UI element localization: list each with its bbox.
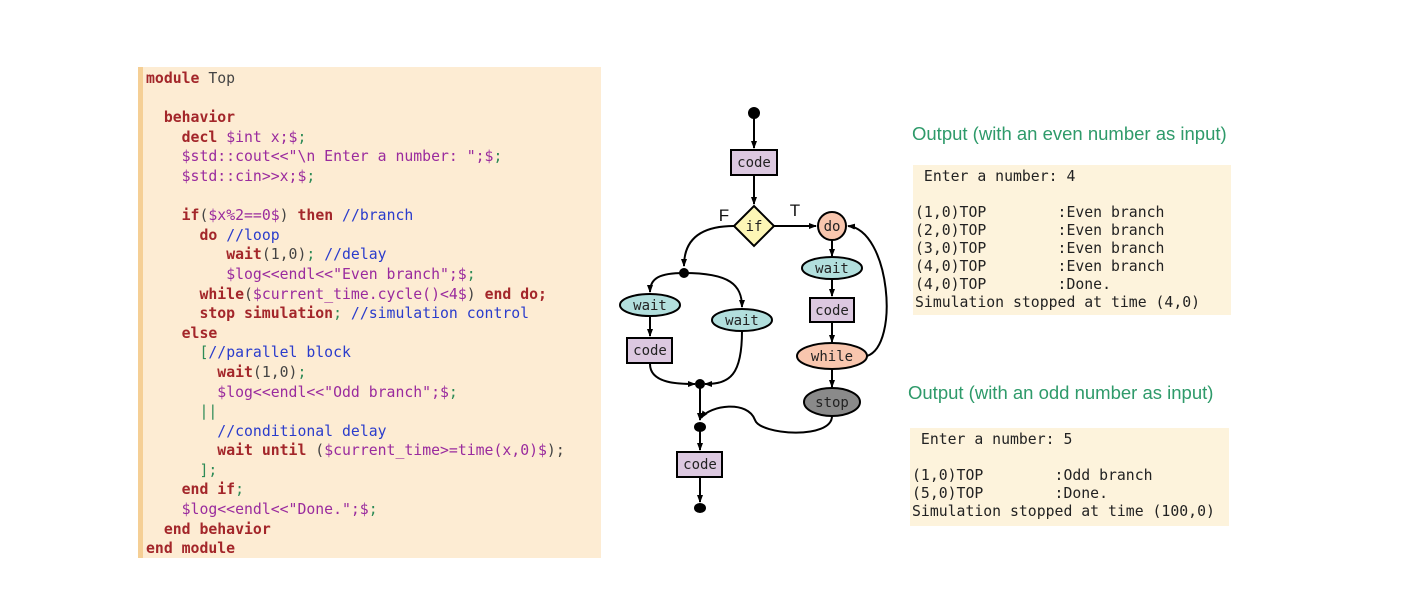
output-line: Enter a number: 4 xyxy=(915,168,1076,185)
node-label: code xyxy=(815,303,849,319)
output-line: Simulation stopped at time (4,0) xyxy=(915,294,1201,311)
output-line: Simulation stopped at time (100,0) xyxy=(912,503,1215,520)
node-label: code xyxy=(683,457,717,473)
edge xyxy=(647,272,685,293)
edge xyxy=(704,330,743,387)
output-line: (5,0)TOP :Done. xyxy=(912,485,1108,502)
figure: module Top behavior decl $int x;$; $std:… xyxy=(0,0,1402,609)
edge xyxy=(681,225,735,267)
end-node xyxy=(694,503,706,513)
node-label: if xyxy=(746,219,763,235)
fork-node xyxy=(679,268,689,278)
node-label: while xyxy=(811,349,853,365)
node-label: wait xyxy=(725,313,759,329)
output-line: (1,0)TOP :Even branch xyxy=(915,204,1165,221)
node-label: code xyxy=(737,155,771,171)
edge xyxy=(649,363,696,387)
node-label: wait xyxy=(633,298,667,314)
false-label: F xyxy=(719,206,729,225)
edge xyxy=(683,272,745,308)
start-node xyxy=(748,107,760,119)
node-label: code xyxy=(633,343,667,359)
node-label: stop xyxy=(815,395,849,411)
merge-node xyxy=(694,422,706,432)
node-label: wait xyxy=(815,261,849,277)
output-line: (3,0)TOP :Even branch xyxy=(915,240,1165,257)
output-title-even: Output (with an even number as input) xyxy=(912,123,1227,144)
node-label: do xyxy=(824,219,841,235)
output-title-odd: Output (with an odd number as input) xyxy=(908,382,1214,403)
output-line: (2,0)TOP :Even branch xyxy=(915,222,1165,239)
output-line: Enter a number: 5 xyxy=(912,431,1073,448)
join-node xyxy=(695,379,705,389)
output-line: (1,0)TOP :Odd branch xyxy=(912,467,1153,484)
output-odd: Enter a number: 5 (1,0)TOP :Odd branch (5,… xyxy=(910,428,1229,526)
output-even: Enter a number: 4 (1,0)TOP :Even branch (2… xyxy=(913,165,1231,315)
loop-edge xyxy=(847,223,888,357)
true-label: T xyxy=(790,201,800,220)
output-line: (4,0)TOP :Even branch xyxy=(915,258,1165,275)
output-line: (4,0)TOP :Done. xyxy=(915,276,1111,293)
